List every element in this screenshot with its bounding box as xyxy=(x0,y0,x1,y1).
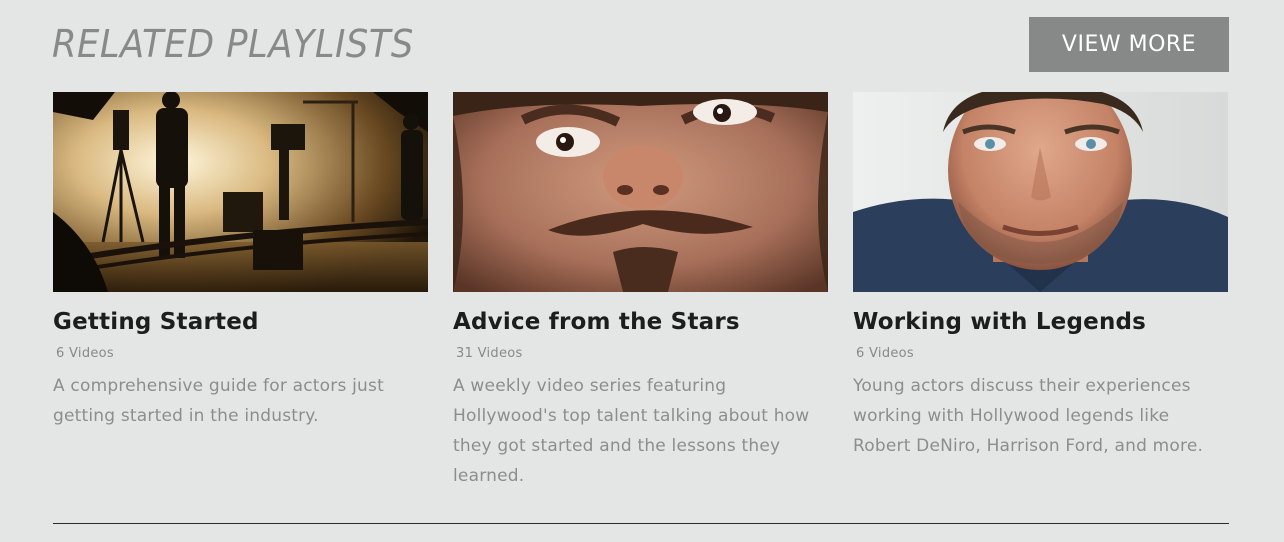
playlist-thumbnail-portrait[interactable] xyxy=(853,92,1228,292)
section-divider xyxy=(53,523,1229,524)
playlist-title[interactable]: Getting Started xyxy=(53,308,429,336)
video-count: 6 Videos xyxy=(56,346,114,361)
playlist-thumbnail-film-set[interactable] xyxy=(53,92,428,292)
playlist-card[interactable]: Working with Legends 6 Videos Young acto… xyxy=(853,92,1229,461)
video-count: 6 Videos xyxy=(856,346,914,361)
view-more-button[interactable]: VIEW MORE xyxy=(1029,17,1229,72)
playlist-title[interactable]: Working with Legends xyxy=(853,308,1229,336)
video-count: 31 Videos xyxy=(456,346,523,361)
playlist-description: A weekly video series featuring Hollywoo… xyxy=(453,376,810,486)
playlist-thumbnail-actor-face[interactable] xyxy=(453,92,828,292)
playlist-title[interactable]: Advice from the Stars xyxy=(453,308,829,336)
playlist-card[interactable]: Advice from the Stars 31 Videos A weekly… xyxy=(453,92,829,491)
playlist-card[interactable]: Getting Started 6 Videos A comprehensive… xyxy=(53,92,429,431)
section-title: RELATED PLAYLISTS xyxy=(52,22,414,66)
playlist-description: A comprehensive guide for actors just ge… xyxy=(53,376,384,426)
playlist-description: Young actors discuss their experiences w… xyxy=(853,376,1204,456)
